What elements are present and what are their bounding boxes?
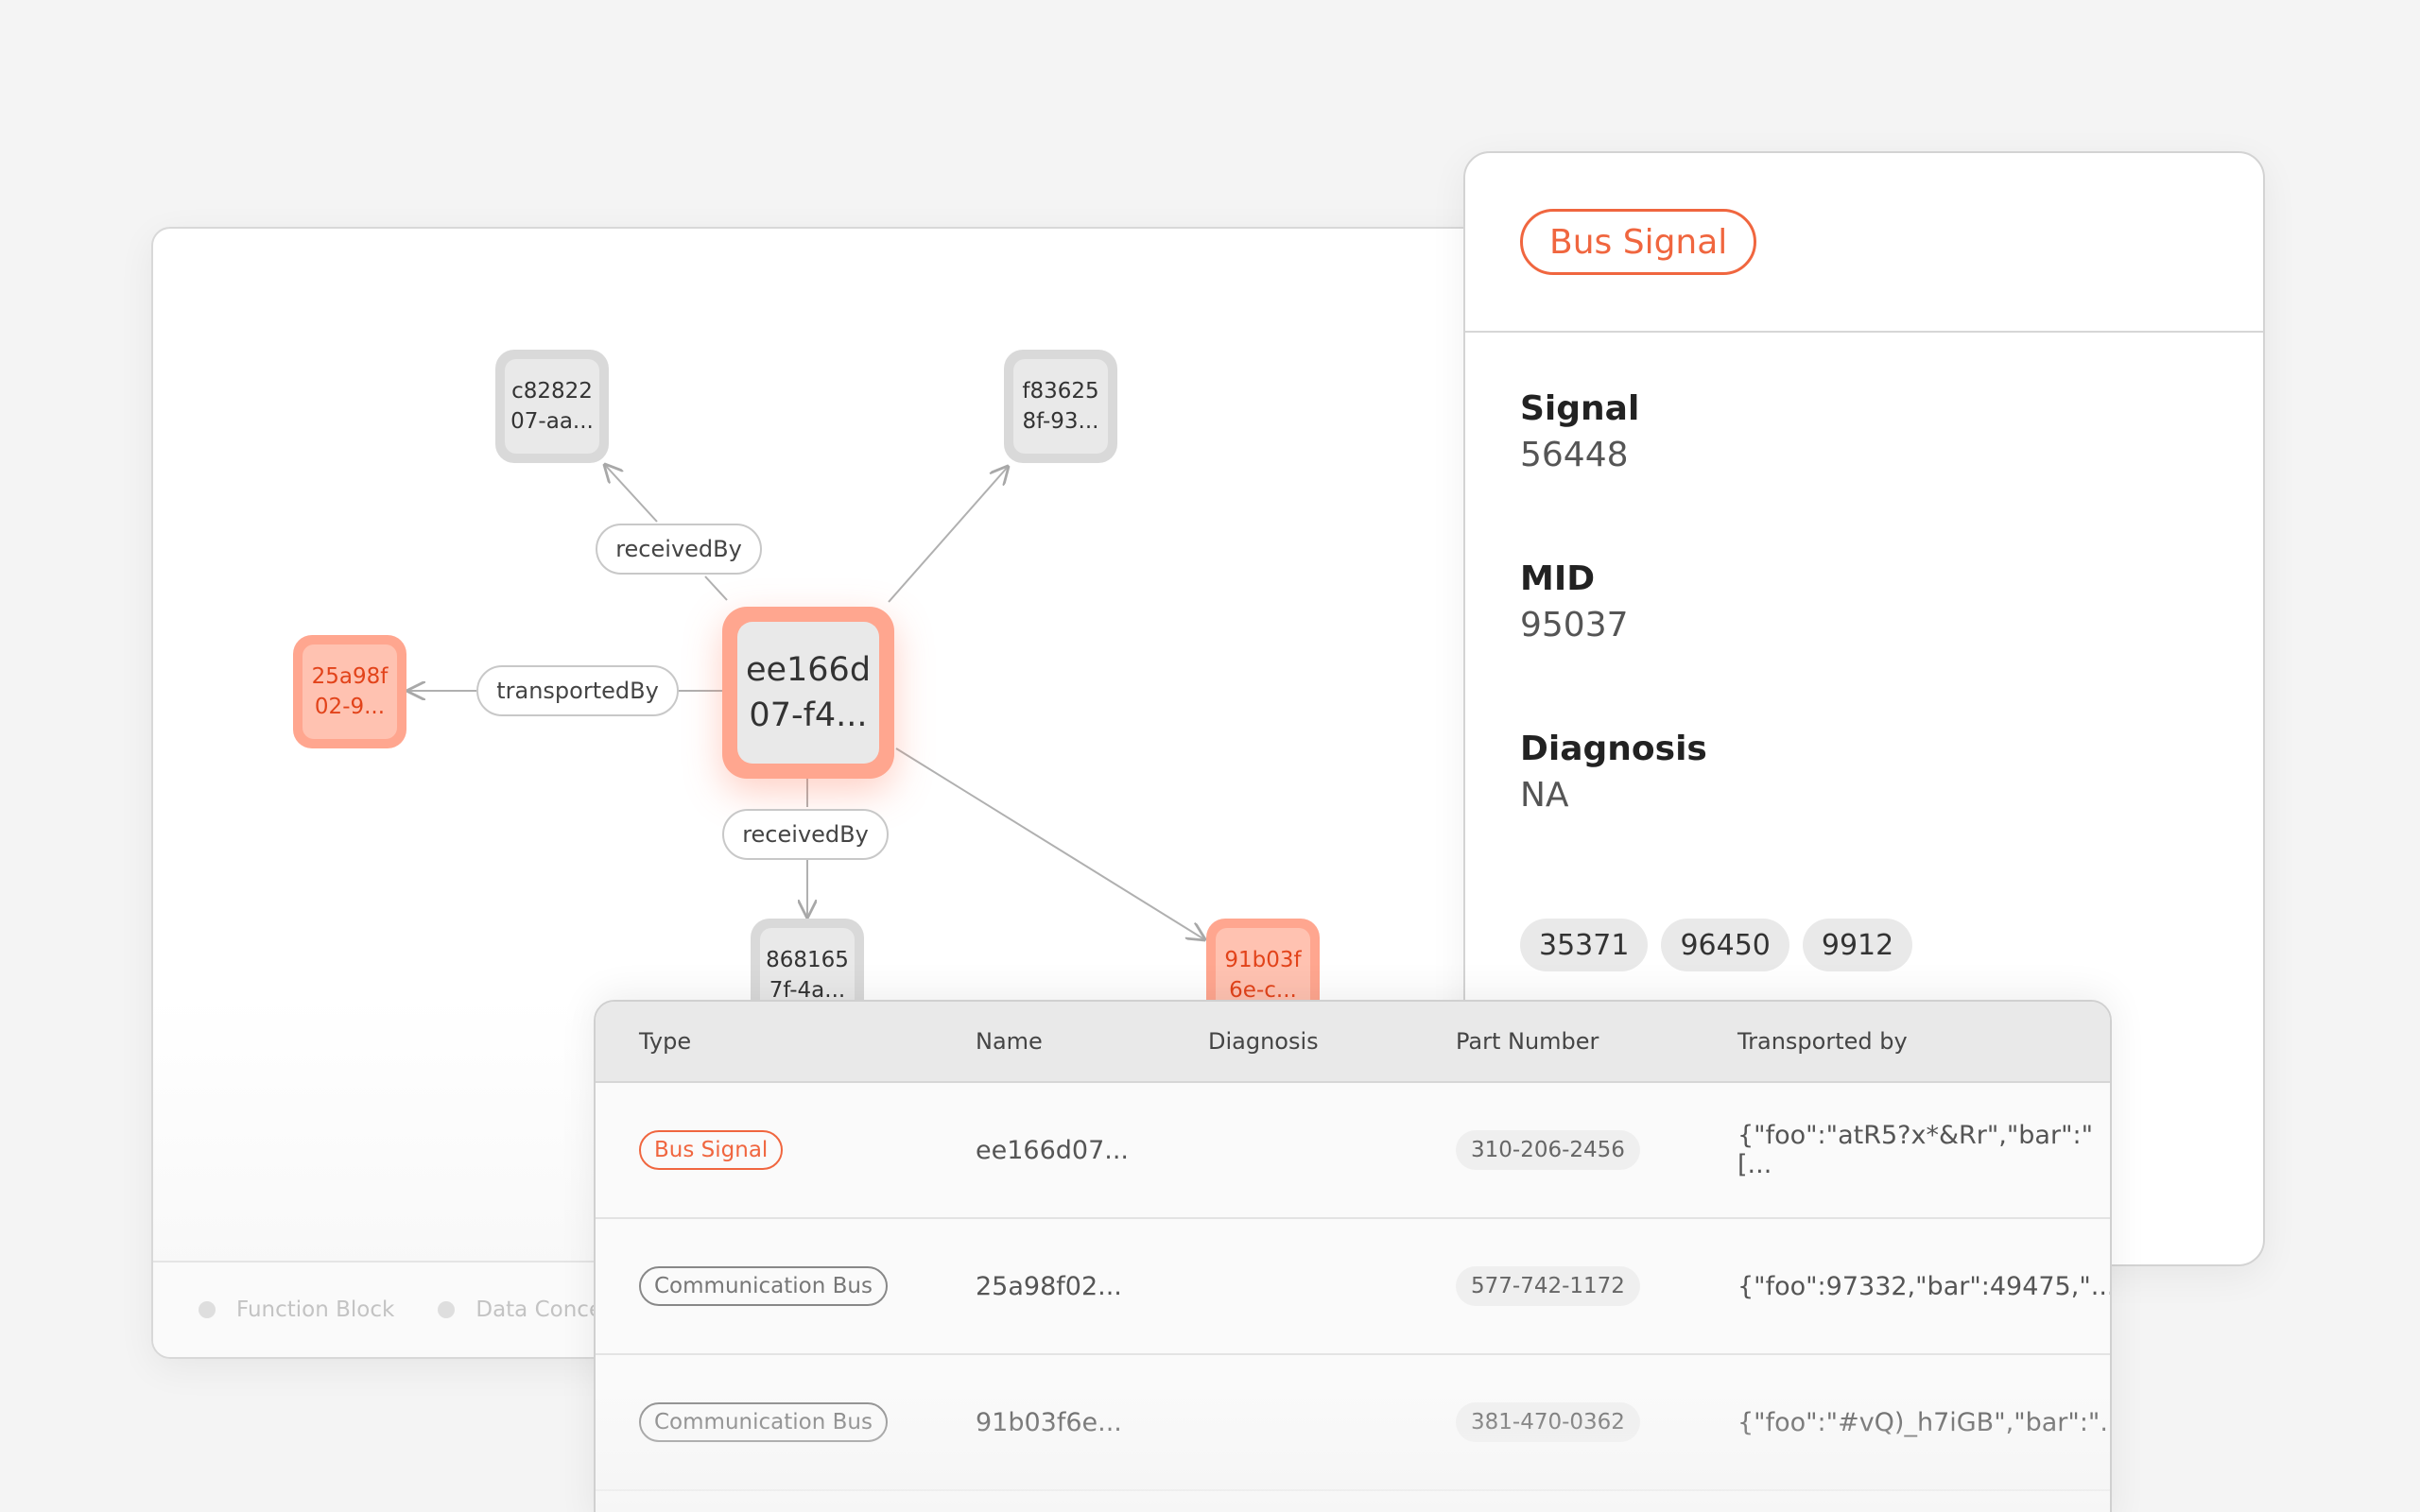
column-header-transported-by[interactable]: Transported by [1737,1002,1908,1081]
legend-dot-icon [199,1301,216,1318]
type-badge: Bus Signal [1520,209,1757,275]
node-label-line2: 07-aa... [510,409,594,434]
edge-label-transported-by[interactable]: transportedBy [476,665,679,716]
column-header-type[interactable]: Type [639,1002,691,1081]
legend-label: Function Block [236,1297,395,1322]
cell-transported-by: {"foo":97332,"bar":49475,"... [1737,1271,2112,1301]
node-label-line2: 8f-93... [1022,409,1099,434]
column-header-name[interactable]: Name [976,1002,1043,1081]
edge-label-received-by[interactable]: receivedBy [722,809,889,860]
cell-name: 25a98f02... [976,1271,1122,1301]
field-label: Diagnosis [1520,730,1707,768]
field-value: NA [1520,776,1569,815]
legend-label: Data Conce [475,1297,603,1322]
legend-item[interactable]: Data Conce [438,1297,602,1322]
node-label-line2: 02-9... [314,695,386,719]
part-number-pill: 310-206-2456 [1456,1130,1640,1170]
field-diagnosis: Diagnosis NA [1520,730,1707,815]
results-table: Type Name Diagnosis Part Number Transpor… [594,1000,2112,1512]
detail-header: Bus Signal [1465,153,2263,333]
type-pill: Bus Signal [639,1130,784,1170]
field-mid: MID 95037 [1520,559,1629,644]
node-label-line1: 91b03f [1224,948,1302,972]
table-header: Type Name Diagnosis Part Number Transpor… [596,1002,2110,1083]
node-label-line1: 25a98f [311,664,389,689]
edge-center-topright [888,467,1008,603]
column-header-part-number[interactable]: Part Number [1456,1002,1599,1081]
type-pill: Communication Bus [639,1266,888,1306]
field-value: 56448 [1520,436,1629,474]
edge-center-bottomright [895,747,1204,939]
field-label: Signal [1520,389,1640,428]
node-label-line1: f83625 [1022,379,1099,404]
edge-label-received-by[interactable]: receivedBy [596,524,762,575]
edge-center-topleft-b [605,465,658,523]
graph-node-ee166d-selected[interactable]: ee166d 07-f4... [722,607,894,779]
tag-chip[interactable]: 9912 [1802,919,1913,971]
type-pill: Communication Bus [639,1402,888,1442]
table-row[interactable]: Bus Signal ee166d07... 310-206-2456 {"fo… [596,1083,2110,1219]
node-label-line1: ee166d [745,651,872,689]
cell-transported-by: {"foo":"atR5?x*&Rr","bar":"[... [1737,1121,2094,1179]
edge-center-topleft-a [704,576,728,601]
node-label-line2: 07-f4... [749,696,868,734]
tag-chip[interactable]: 35371 [1520,919,1649,971]
graph-node-c82822[interactable]: c82822 07-aa... [495,350,609,463]
column-header-diagnosis[interactable]: Diagnosis [1208,1002,1319,1081]
field-label: MID [1520,559,1596,598]
legend-dot-icon [438,1301,456,1318]
legend-item[interactable]: Function Block [199,1297,394,1322]
node-label-line1: 868165 [766,948,849,972]
part-number-pill: 381-470-0362 [1456,1402,1640,1442]
table-row[interactable]: Communication Bus 91b03f6e... 381-470-03… [596,1355,2110,1491]
tag-chip[interactable]: 96450 [1661,919,1789,971]
graph-node-25a98f[interactable]: 25a98f 02-9... [293,635,406,748]
cell-name: 91b03f6e... [976,1407,1122,1437]
tag-chips: 35371 96450 9912 [1520,919,1913,971]
app-stage: c82822 07-aa... f83625 8f-93... 25a98f 0… [0,0,2420,1512]
field-value: 95037 [1520,606,1629,644]
graph-node-f83625[interactable]: f83625 8f-93... [1004,350,1117,463]
field-signal: Signal 56448 [1520,389,1639,474]
node-label-line1: c82822 [511,379,593,404]
part-number-pill: 577-742-1172 [1456,1266,1640,1306]
cell-transported-by: {"foo":"#vQ)_h7iGB","bar":"... [1737,1407,2112,1437]
cell-name: ee166d07... [976,1135,1129,1165]
table-row[interactable]: Communication Bus 25a98f02... 577-742-11… [596,1219,2110,1355]
